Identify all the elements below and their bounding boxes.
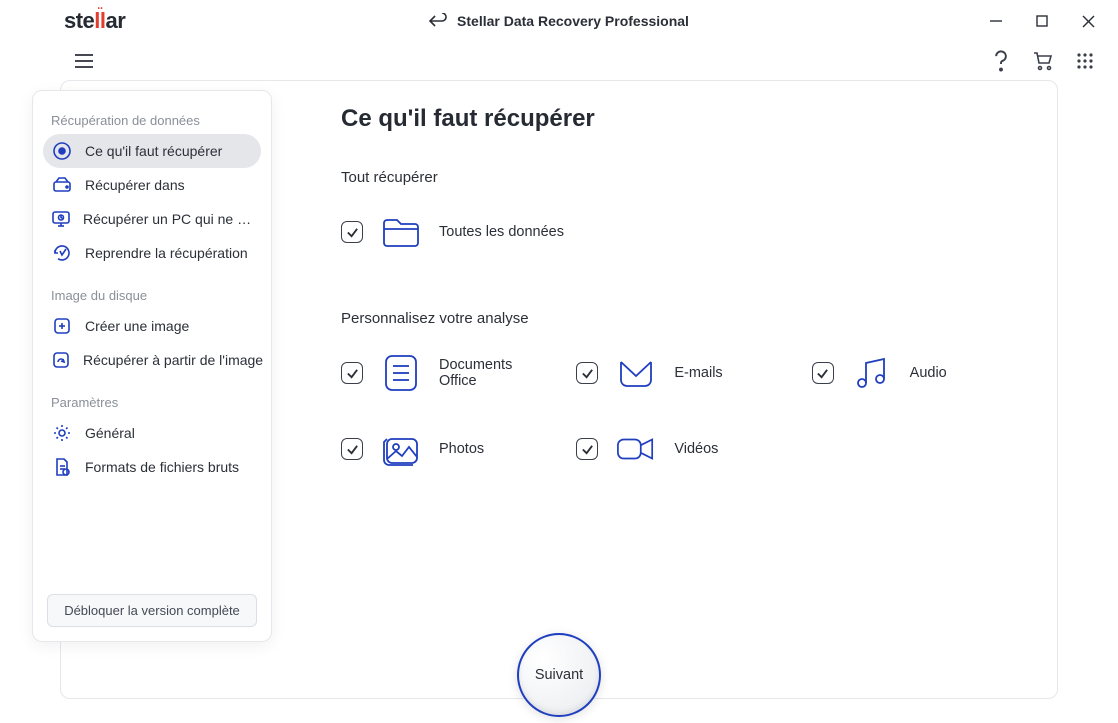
sidebar-section-disk-image: Image du disque (33, 282, 271, 309)
close-button[interactable] (1074, 7, 1102, 35)
sidebar-item-general[interactable]: Général (33, 416, 271, 450)
sidebar-item-what-to-recover[interactable]: Ce qu'il faut récupérer (43, 134, 261, 168)
sidebar-item-label: Récupérer un PC qui ne déma (83, 211, 253, 227)
option-label: Audio (910, 365, 947, 381)
option-documents: Documents Office (341, 353, 546, 393)
sidebar-item-create-image[interactable]: Créer une image (33, 309, 271, 343)
sidebar-item-recover-crashed-pc[interactable]: Récupérer un PC qui ne déma (33, 202, 271, 236)
monitor-icon (51, 208, 71, 230)
checkbox-videos[interactable] (576, 438, 598, 460)
document-icon (381, 353, 421, 393)
checkbox-photos[interactable] (341, 438, 363, 460)
option-audio: Audio (812, 353, 1017, 393)
option-label: Documents Office (439, 357, 546, 389)
sidebar-section-settings: Paramètres (33, 389, 271, 416)
logo-highlight: • •ll (94, 8, 105, 34)
checkbox-emails[interactable] (576, 362, 598, 384)
option-label: Toutes les données (439, 224, 564, 240)
email-icon (616, 353, 656, 393)
maximize-button[interactable] (1028, 7, 1056, 35)
body-area: Ce qu'il faut récupérer Tout récupérer T… (0, 80, 1118, 723)
cart-icon[interactable] (1030, 48, 1056, 74)
option-all-data: Toutes les données (341, 212, 1017, 252)
option-label: Photos (439, 441, 484, 457)
resume-icon (51, 242, 73, 264)
target-icon (51, 140, 73, 162)
sidebar-item-label: Créer une image (85, 318, 189, 334)
checkbox-audio[interactable] (812, 362, 834, 384)
option-emails: E-mails (576, 353, 781, 393)
sidebar-item-label: Récupérer à partir de l'image (83, 352, 263, 368)
customize-label: Personnalisez votre analyse (341, 310, 1017, 327)
app-window: ste• •llar Stellar Data Recovery Profess… (0, 0, 1118, 723)
title-center: Stellar Data Recovery Professional (429, 13, 689, 29)
sidebar-item-label: Général (85, 425, 135, 441)
sidebar-item-recover-from[interactable]: Récupérer dans (33, 168, 271, 202)
recover-image-icon (51, 349, 71, 371)
sidebar-item-label: Formats de fichiers bruts (85, 459, 239, 475)
logo-text-post: ar (106, 8, 126, 34)
folder-icon (381, 212, 421, 252)
checkbox-all-data[interactable] (341, 221, 363, 243)
next-button-label: Suivant (535, 667, 583, 683)
file-list-icon (51, 456, 73, 478)
sidebar: Récupération de données Ce qu'il faut ré… (32, 90, 272, 642)
photos-icon (381, 429, 421, 469)
app-logo: ste• •llar (64, 8, 125, 34)
option-videos: Vidéos (576, 429, 781, 469)
unlock-full-version-button[interactable]: Débloquer la version complète (47, 594, 257, 627)
sidebar-section-recovery: Récupération de données (33, 107, 271, 134)
apps-grid-icon[interactable] (1072, 48, 1098, 74)
menu-toggle-icon[interactable] (74, 53, 98, 69)
sidebar-item-raw-formats[interactable]: Formats de fichiers bruts (33, 450, 271, 484)
back-icon[interactable] (429, 13, 447, 29)
audio-icon (852, 353, 892, 393)
checkbox-documents[interactable] (341, 362, 363, 384)
recover-all-label: Tout récupérer (341, 169, 1017, 186)
sidebar-item-resume-recovery[interactable]: Reprendre la récupération (33, 236, 271, 270)
video-icon (616, 429, 656, 469)
option-label: E-mails (674, 365, 722, 381)
sidebar-item-recover-from-image[interactable]: Récupérer à partir de l'image (33, 343, 271, 377)
minimize-button[interactable] (982, 7, 1010, 35)
option-label: Vidéos (674, 441, 718, 457)
help-icon[interactable] (988, 48, 1014, 74)
page-title: Ce qu'il faut récupérer (341, 105, 1017, 133)
option-photos: Photos (341, 429, 546, 469)
gear-icon (51, 422, 73, 444)
title-bar: ste• •llar Stellar Data Recovery Profess… (0, 0, 1118, 42)
app-title: Stellar Data Recovery Professional (457, 13, 689, 29)
sidebar-item-label: Ce qu'il faut récupérer (85, 143, 222, 159)
sidebar-item-label: Reprendre la récupération (85, 245, 248, 261)
next-button[interactable]: Suivant (517, 633, 601, 717)
drive-icon (51, 174, 73, 196)
create-image-icon (51, 315, 73, 337)
logo-text-pre: ste (64, 8, 94, 34)
sidebar-item-label: Récupérer dans (85, 177, 185, 193)
window-controls (982, 7, 1102, 35)
toolbar (0, 42, 1118, 80)
